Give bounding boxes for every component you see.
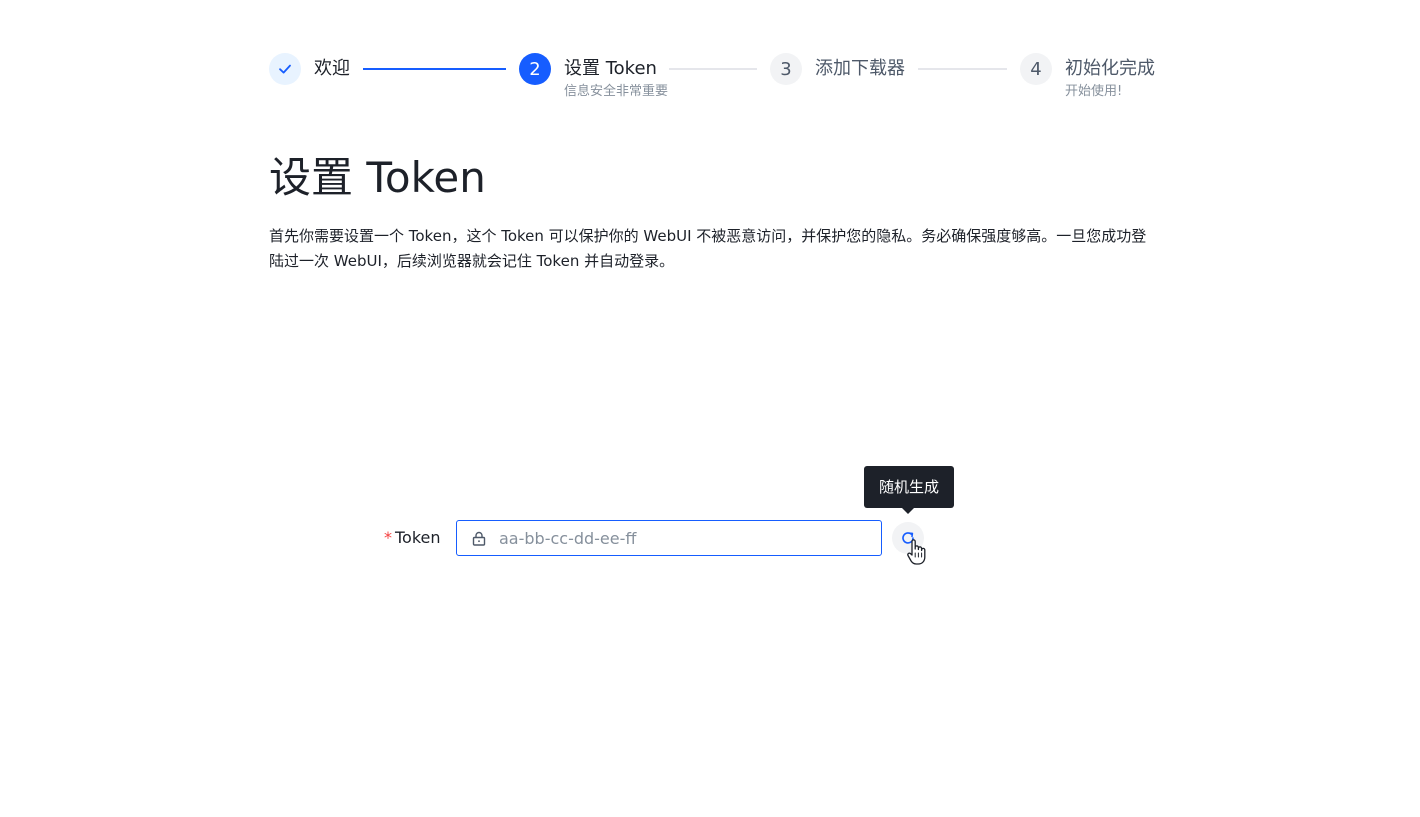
step-connector-1 [363,68,506,70]
step-circle-set-token: 2 [519,53,551,85]
setup-page: 欢迎 2 设置 Token 信息安全非常重要 3 添加下载器 4 初始化完成 开… [0,0,1420,817]
step-circle-init-complete: 4 [1020,53,1052,85]
token-label: * Token [384,526,441,550]
step-circle-add-downloader: 3 [770,53,802,85]
step-connector-2 [669,68,757,70]
step-title-welcome: 欢迎 [314,58,350,79]
token-input-wrapper[interactable] [456,520,882,556]
step-welcome: 欢迎 [269,53,350,85]
random-generate-tooltip: 随机生成 [864,466,954,508]
step-init-complete: 4 初始化完成 开始使用! [1020,53,1155,101]
token-input[interactable] [499,528,859,548]
step-desc-init-complete: 开始使用! [1065,84,1123,99]
check-icon [279,64,291,74]
step-title-add-downloader: 添加下载器 [815,58,905,79]
step-title-set-token: 设置 Token [564,58,657,79]
step-title-init-complete: 初始化完成 [1065,58,1155,79]
step-connector-3 [918,68,1007,70]
tooltip-arrow [902,508,914,514]
step-add-downloader: 3 添加下载器 [770,53,905,85]
step-set-token: 2 设置 Token 信息安全非常重要 [519,53,668,101]
lock-icon [471,530,487,546]
required-mark: * [384,528,392,547]
refresh-icon [902,532,914,544]
step-desc-set-token: 信息安全非常重要 [564,84,669,99]
steps-bar: 欢迎 2 设置 Token 信息安全非常重要 3 添加下载器 4 初始化完成 开… [269,53,1157,113]
token-label-text: Token [395,528,441,547]
step-circle-welcome [269,53,301,85]
page-description: 首先你需要设置一个 Token，这个 Token 可以保护你的 WebUI 不被… [269,227,1147,270]
random-generate-button[interactable] [892,522,924,554]
page-title: 设置 Token [269,153,486,202]
